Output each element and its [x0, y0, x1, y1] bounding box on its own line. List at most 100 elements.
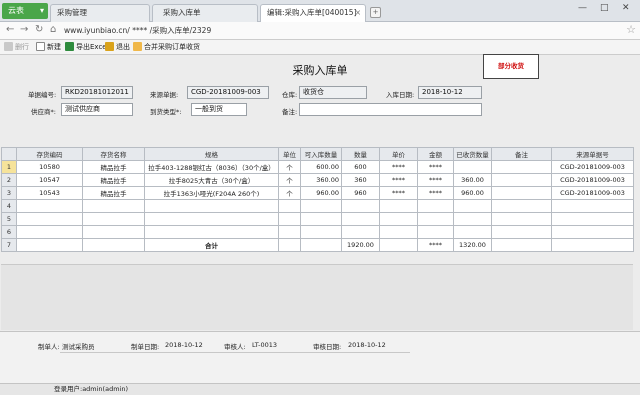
cell-received[interactable] — [453, 199, 492, 213]
cell-name[interactable]: 精品拉手 — [82, 160, 145, 174]
tab-purchase-receipt-list[interactable]: 采购入库单 — [152, 4, 258, 22]
supplier-field[interactable]: 测试供应商 — [61, 103, 133, 116]
warehouse-field[interactable]: 收货仓 — [299, 86, 367, 99]
merge-purchase-order-button[interactable]: 合并采购订单收货 — [133, 42, 200, 52]
cell-price[interactable]: **** — [379, 160, 418, 174]
table-row[interactable]: 1 10580 精品拉手 拉手403-1288银红古（8036）（30个/盒） … — [1, 160, 634, 174]
cell-remark[interactable] — [491, 212, 552, 226]
cell-quantity[interactable] — [341, 225, 380, 239]
table-row[interactable]: 3 10543 精品拉手 拉手1363小哑光(F204A 260个) 个 960… — [1, 186, 634, 200]
column-header[interactable]: 备注 — [491, 147, 552, 161]
exit-button[interactable]: 退出 — [105, 42, 130, 52]
cell-received[interactable]: 360.00 — [453, 173, 492, 187]
table-row[interactable]: 5 — [1, 212, 634, 226]
cell-unit[interactable] — [278, 225, 301, 239]
cell-spec[interactable] — [144, 225, 279, 239]
cell-remark[interactable] — [491, 160, 552, 174]
table-row[interactable]: 2 10547 精品拉手 拉手8025大青古（30个/盒） 个 360.00 3… — [1, 173, 634, 187]
cell-unit[interactable]: 个 — [278, 186, 301, 200]
cell-quantity[interactable]: 360 — [341, 173, 380, 187]
cell-quantity[interactable] — [341, 199, 380, 213]
table-row[interactable]: 6 — [1, 225, 634, 239]
cell-unit[interactable] — [278, 199, 301, 213]
window-close-icon[interactable]: ✕ — [622, 3, 630, 13]
cell-source[interactable] — [551, 225, 634, 239]
cell-amount[interactable]: **** — [417, 186, 454, 200]
cell-source[interactable]: CGD-20181009-003 — [551, 160, 634, 174]
cell-name[interactable] — [82, 199, 145, 213]
column-header[interactable]: 存货编码 — [16, 147, 83, 161]
tab-purchase-management[interactable]: 采购管理 — [50, 4, 150, 22]
cell-remark[interactable] — [491, 199, 552, 213]
new-tab-button[interactable]: + — [370, 7, 381, 18]
cell-amount[interactable] — [417, 225, 454, 239]
app-menu-button[interactable]: 云表 ▾ — [2, 3, 48, 19]
cell-amount[interactable] — [417, 212, 454, 226]
cell-quantity[interactable]: 960 — [341, 186, 380, 200]
new-button[interactable]: 新建 — [36, 42, 61, 52]
cell-price[interactable]: **** — [379, 173, 418, 187]
table-row[interactable]: 4 — [1, 199, 634, 213]
cell-amount[interactable] — [417, 199, 454, 213]
cell-price[interactable]: **** — [379, 186, 418, 200]
cell-quantity[interactable]: 600 — [341, 160, 380, 174]
home-icon[interactable]: ⌂ — [50, 24, 56, 35]
cell-source[interactable] — [551, 212, 634, 226]
cell-available[interactable] — [300, 199, 342, 213]
cell-spec[interactable]: 拉手1363小哑光(F204A 260个) — [144, 186, 279, 200]
cell-spec[interactable]: 拉手403-1288银红古（8036）（30个/盒） — [144, 160, 279, 174]
minimize-icon[interactable]: — — [578, 3, 587, 13]
url-field[interactable]: www.iyunbiao.cn/ **** /采购入库单/2329 — [64, 25, 211, 36]
cell-received[interactable] — [453, 160, 492, 174]
cell-unit[interactable]: 个 — [278, 173, 301, 187]
cell-unit[interactable] — [278, 212, 301, 226]
delete-row-button[interactable]: 删行 — [4, 42, 29, 52]
cell-code[interactable]: 10547 — [16, 173, 83, 187]
cell-available[interactable]: 960.00 — [300, 186, 342, 200]
cell-remark[interactable] — [491, 186, 552, 200]
refresh-icon[interactable]: ↻ — [35, 24, 43, 35]
cell-remark[interactable] — [491, 173, 552, 187]
cell-amount[interactable]: **** — [417, 173, 454, 187]
cell-price[interactable] — [379, 199, 418, 213]
cell-unit[interactable]: 个 — [278, 160, 301, 174]
column-header[interactable]: 数量 — [341, 147, 380, 161]
cell-received[interactable]: 960.00 — [453, 186, 492, 200]
column-header[interactable]: 来源单据号 — [551, 147, 634, 161]
back-icon[interactable]: ← — [6, 24, 14, 35]
column-header[interactable]: 单价 — [379, 147, 418, 161]
cell-code[interactable]: 10543 — [16, 186, 83, 200]
cell-spec[interactable]: 拉手8025大青古（30个/盒） — [144, 173, 279, 187]
arrival-type-field[interactable]: 一般到货 — [191, 103, 247, 116]
cell-name[interactable] — [82, 212, 145, 226]
column-header[interactable]: 存货名称 — [82, 147, 145, 161]
cell-received[interactable] — [453, 225, 492, 239]
cell-name[interactable]: 精品拉手 — [82, 173, 145, 187]
remark-field[interactable] — [299, 103, 482, 116]
cell-amount[interactable]: **** — [417, 160, 454, 174]
cell-spec[interactable] — [144, 199, 279, 213]
column-header[interactable]: 金额 — [417, 147, 454, 161]
close-icon[interactable]: × — [355, 5, 361, 21]
cell-source[interactable] — [551, 199, 634, 213]
column-header[interactable]: 规格 — [144, 147, 279, 161]
cell-source[interactable]: CGD-20181009-003 — [551, 173, 634, 187]
cell-spec[interactable] — [144, 212, 279, 226]
cell-name[interactable] — [82, 225, 145, 239]
cell-available[interactable]: 600.00 — [300, 160, 342, 174]
column-header[interactable]: 单位 — [278, 147, 301, 161]
star-icon[interactable]: ☆ — [626, 23, 636, 36]
cell-remark[interactable] — [491, 225, 552, 239]
cell-name[interactable]: 精品拉手 — [82, 186, 145, 200]
cell-price[interactable] — [379, 212, 418, 226]
cell-price[interactable] — [379, 225, 418, 239]
source-no-field[interactable]: CGD-20181009-003 — [187, 86, 269, 99]
cell-received[interactable] — [453, 212, 492, 226]
date-field[interactable]: 2018-10-12 — [418, 86, 482, 99]
cell-code[interactable] — [16, 212, 83, 226]
cell-available[interactable]: 360.00 — [300, 173, 342, 187]
cell-quantity[interactable] — [341, 212, 380, 226]
cell-code[interactable]: 10580 — [16, 160, 83, 174]
tab-edit-purchase-receipt[interactable]: 编辑:采购入库单[040015] × — [260, 4, 366, 22]
cell-code[interactable] — [16, 199, 83, 213]
